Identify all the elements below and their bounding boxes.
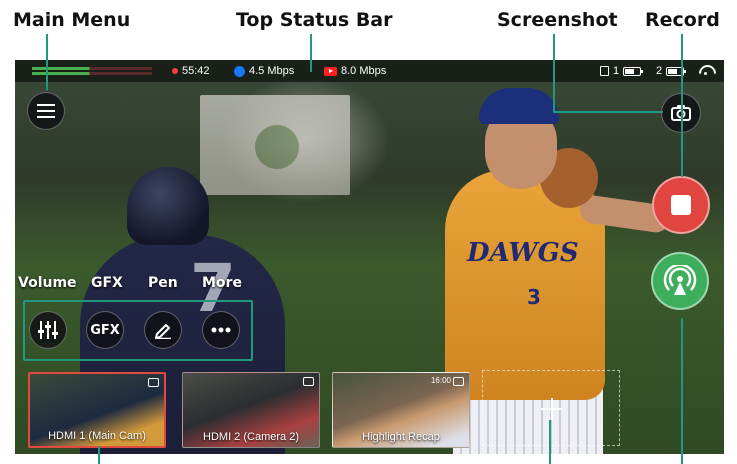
wifi-status	[699, 65, 712, 75]
youtube-bitrate: 8.0 Mbps	[341, 65, 387, 77]
audio-level-meter	[32, 67, 152, 75]
wifi-icon	[699, 65, 712, 75]
battery-icon	[623, 66, 644, 76]
broadcast-icon	[663, 265, 697, 295]
source-thumbnail-hdmi1[interactable]: HDMI 1 (Main Cam)	[28, 372, 166, 448]
jersey-lettering: DAWGS	[467, 238, 579, 268]
volume-button[interactable]	[29, 311, 67, 349]
recording-timer: 55:42	[172, 65, 210, 77]
recording-dot-icon	[172, 68, 178, 74]
callout-top-status-bar: Top Status Bar	[236, 9, 393, 31]
leader-screenshot-horizontal	[553, 111, 663, 113]
more-button[interactable]	[202, 311, 240, 349]
source-badge-icon	[303, 377, 314, 386]
jersey-number: 3	[527, 285, 541, 309]
plus-icon	[541, 398, 563, 420]
source-label: Highlight Recap	[362, 431, 440, 443]
leader-sources	[98, 446, 100, 464]
leader-main-menu	[46, 34, 48, 90]
batter-helmet	[127, 167, 209, 245]
source-label: HDMI 2 (Camera 2)	[203, 431, 299, 443]
pen-label: Pen	[148, 275, 178, 291]
add-source-button[interactable]	[482, 370, 620, 446]
duration-text: 55:42	[182, 65, 210, 77]
youtube-stream-status: 8.0 Mbps	[324, 65, 386, 77]
sd-card-icon	[600, 66, 609, 76]
callout-main-menu: Main Menu	[13, 9, 131, 31]
record-button[interactable]	[652, 176, 710, 234]
app-annotated-screenshot: Main Menu Top Status Bar Screenshot Reco…	[0, 0, 737, 464]
volume-label: Volume	[18, 275, 77, 291]
youtube-icon	[324, 66, 337, 76]
slot-2-label: 2	[656, 65, 663, 77]
storage-slot-1: 1	[600, 65, 644, 77]
gfx-button-text: GFX	[90, 322, 120, 338]
more-label: More	[202, 275, 242, 291]
callout-record: Record	[645, 9, 720, 31]
background-sign	[200, 95, 350, 195]
live-preview: 7 DAWGS 3 55:42 4.5 Mbps 8.0 Mbps 1 2 Vo…	[15, 60, 724, 454]
source-badge-icon	[148, 378, 159, 387]
main-menu-button[interactable]	[27, 92, 65, 130]
callout-screenshot: Screenshot	[497, 9, 618, 31]
source-label: HDMI 1 (Main Cam)	[48, 430, 146, 442]
stream-button[interactable]	[651, 252, 709, 310]
facebook-bitrate: 4.5 Mbps	[249, 65, 295, 77]
leader-stream	[681, 318, 683, 464]
sliders-icon	[38, 321, 58, 339]
pen-button[interactable]	[144, 311, 182, 349]
gfx-button[interactable]: GFX	[86, 311, 124, 349]
slot-1-label: 1	[613, 65, 620, 77]
top-status-bar: 55:42 4.5 Mbps 8.0 Mbps 1 2	[15, 60, 724, 82]
dots-icon	[211, 327, 231, 333]
leader-screenshot-vertical	[553, 34, 555, 113]
leader-status-bar	[310, 34, 312, 72]
pen-icon	[155, 324, 171, 339]
stop-square-icon	[671, 195, 691, 215]
source-thumbnail-hdmi2[interactable]: HDMI 2 (Camera 2)	[182, 372, 320, 448]
hamburger-icon	[37, 104, 55, 118]
source-duration: 16:00	[430, 376, 451, 385]
facebook-stream-status: 4.5 Mbps	[234, 65, 294, 77]
leader-record	[681, 34, 683, 177]
pitcher-cap	[479, 88, 559, 124]
leader-add-source	[549, 420, 551, 464]
source-thumbnail-highlight-recap[interactable]: 16:00 Highlight Recap	[332, 372, 470, 448]
storage-slot-2: 2	[656, 65, 687, 77]
facebook-icon	[234, 65, 245, 77]
camera-badge-icon	[453, 377, 464, 386]
gfx-label: GFX	[91, 275, 123, 291]
